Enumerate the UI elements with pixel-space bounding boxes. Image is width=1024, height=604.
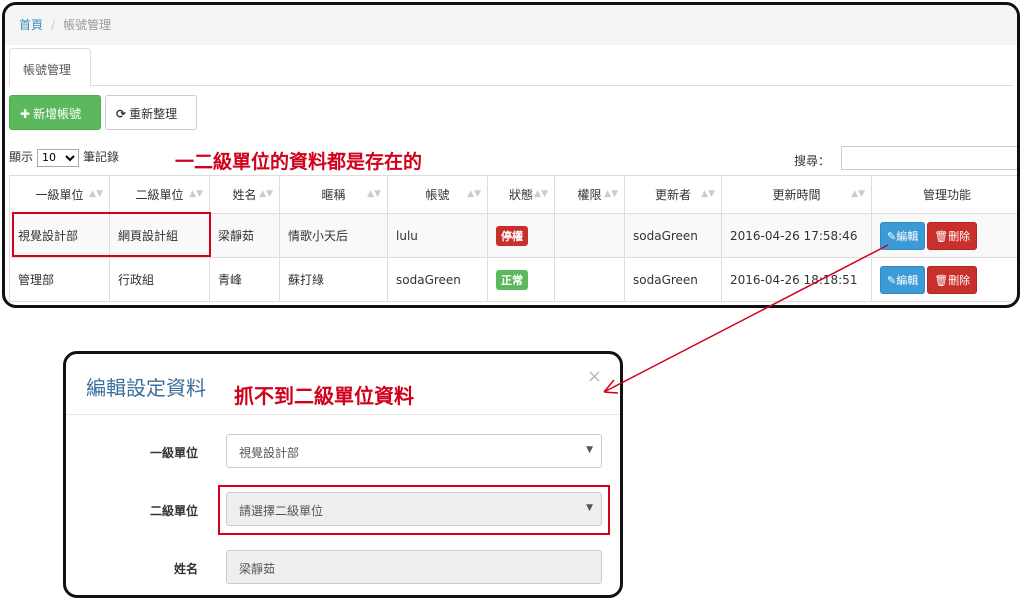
header-label: 帳號 [425,188,450,202]
cell-updated-time: 2016-04-26 18:18:51 [721,257,872,302]
header-label: 暱稱 [321,188,346,202]
header-account[interactable]: 帳號 ▲▼ [387,175,488,214]
cell-updater: sodaGreen [624,213,722,258]
edit-modal-screenshot: 編輯設定資料 抓不到二級單位資料 × 一級單位 視覺設計部 ▼ 二級單位 請選擇… [63,351,623,598]
edit-button[interactable]: ✎編輯 [880,221,926,250]
breadcrumb-separator: / [51,18,56,32]
sort-icon: ▲▼ [851,189,865,199]
unit1-value: 視覺設計部 [239,446,300,460]
header-permission[interactable]: 權限 ▲▼ [554,175,625,214]
highlight-units-box [12,212,211,257]
header-label: 一級單位 [35,188,84,202]
plus-icon: ✚ [20,107,31,121]
annotation-units-exist: 一二級單位的資料都是存在的 [175,151,423,173]
tab-bar: 帳號管理 [9,48,1013,87]
tab-account-management[interactable]: 帳號管理 [9,48,91,87]
header-unit2[interactable]: 二級單位 ▲▼ [109,175,210,214]
sort-icon: ▲▼ [259,189,273,199]
page-length-control: 顯示 10 筆記錄 [9,148,119,167]
delete-button[interactable]: 🗑刪除 [927,265,978,294]
cell-status: 正常 [487,257,555,302]
header-name[interactable]: 姓名 ▲▼ [209,175,280,214]
close-icon[interactable]: × [587,366,602,387]
header-status[interactable]: 狀態 ▲▼ [487,175,555,214]
header-unit1[interactable]: 一級單位 ▲▼ [9,175,110,214]
cell-permission [554,257,625,302]
header-actions: 管理功能 [871,175,1017,214]
length-prefix: 顯示 [9,150,34,164]
sort-icon: ▲▼ [604,189,618,199]
page-length-select[interactable]: 10 [37,148,80,167]
unit1-label: 一級單位 [149,446,198,460]
header-label: 二級單位 [135,188,184,202]
sort-icon: ▲▼ [189,189,203,199]
search-input[interactable] [841,146,1017,170]
breadcrumb-home-link[interactable]: 首頁 [19,18,43,32]
name-label: 姓名 [173,562,198,576]
header-label: 管理功能 [922,188,971,202]
annotation-unit2-missing: 抓不到二級單位資料 [234,384,414,408]
account-list-screenshot: 首頁 / 帳號管理 帳號管理 ✚ 新增帳號 ⟳ 重新整理 顯示 10 筆記錄 一二級單位的資… [2,2,1020,308]
trash-icon: 🗑 [934,229,949,243]
header-label: 權限 [577,188,602,202]
modal-divider [66,414,620,415]
refresh-label: 重新整理 [129,107,178,121]
name-input[interactable]: 梁靜茹 [226,550,602,584]
cell-actions: ✎編輯 🗑刪除 [871,257,1017,302]
highlight-unit2-box [218,485,610,535]
name-value: 梁靜茹 [239,562,276,576]
header-nickname[interactable]: 暱稱 ▲▼ [279,175,388,214]
cell-permission [554,213,625,258]
delete-label: 刪除 [948,229,971,243]
pencil-icon: ✎ [887,229,897,243]
header-label: 更新者 [654,188,691,202]
cell-account: sodaGreen [387,257,488,302]
cell-name: 青峰 [209,257,280,302]
cell-nickname: 情歌小天后 [279,213,388,258]
header-updater[interactable]: 更新者 ▲▼ [624,175,722,214]
edit-label: 編輯 [896,273,919,287]
sort-icon: ▲▼ [701,189,715,199]
status-badge: 停權 [496,225,528,246]
cell-actions: ✎編輯 🗑刪除 [871,213,1017,258]
header-label: 狀態 [508,188,533,202]
modal-title: 編輯設定資料 [86,376,206,400]
sort-icon: ▲▼ [467,189,481,199]
search-label: 搜尋： [794,154,831,168]
sort-icon: ▲▼ [89,189,103,199]
cell-account: lulu [387,213,488,258]
trash-icon: 🗑 [934,273,949,287]
breadcrumb-current: 帳號管理 [63,18,112,32]
add-account-button[interactable]: ✚ 新增帳號 [9,95,101,130]
breadcrumb: 首頁 / 帳號管理 [5,5,1017,45]
unit1-select[interactable]: 視覺設計部 ▼ [226,434,602,468]
cell-unit2: 行政組 [109,257,210,302]
status-badge: 正常 [496,269,528,290]
header-label: 姓名 [232,188,257,202]
cell-updater: sodaGreen [624,257,722,302]
unit2-label: 二級單位 [149,504,198,518]
sort-icon: ▲▼ [534,189,548,199]
cell-name: 梁靜茹 [209,213,280,258]
cell-nickname: 蘇打綠 [279,257,388,302]
caret-down-icon: ▼ [586,445,593,455]
add-account-label: 新增帳號 [33,107,82,121]
delete-button[interactable]: 🗑刪除 [927,221,978,250]
header-updated-time[interactable]: 更新時間 ▲▼ [721,175,872,214]
cell-status: 停權 [487,213,555,258]
delete-label: 刪除 [948,273,971,287]
pencil-icon: ✎ [887,273,897,287]
table-header-row: 一級單位 ▲▼ 二級單位 ▲▼ 姓名 ▲▼ 暱稱 ▲▼ 帳號 ▲▼ 狀態 ▲▼ 權限 ▲▼ 更… [9,175,1017,214]
edit-button[interactable]: ✎編輯 [880,265,926,294]
refresh-button[interactable]: ⟳ 重新整理 [105,95,197,130]
length-suffix: 筆記錄 [83,150,120,164]
sort-icon: ▲▼ [367,189,381,199]
cell-unit1: 管理部 [9,257,110,302]
refresh-icon: ⟳ [116,107,127,121]
edit-label: 編輯 [896,229,919,243]
table-row: 管理部 行政組 青峰 蘇打綠 sodaGreen 正常 sodaGreen 20… [9,257,1017,302]
cell-updated-time: 2016-04-26 17:58:46 [721,213,872,258]
header-label: 更新時間 [772,188,821,202]
